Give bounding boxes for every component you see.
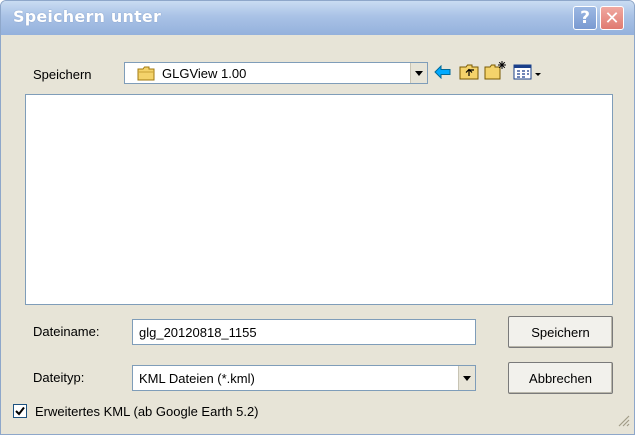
title-bar[interactable]: Speichern unter ? ✕ xyxy=(1,1,634,35)
view-menu-button[interactable] xyxy=(511,61,545,85)
filename-input[interactable] xyxy=(132,319,476,345)
checkmark-icon xyxy=(15,403,25,419)
new-folder-button[interactable] xyxy=(484,59,508,83)
back-arrow-icon xyxy=(434,64,452,82)
help-icon: ? xyxy=(580,8,590,28)
cancel-button[interactable]: Abbrechen xyxy=(508,362,613,394)
view-menu-icon xyxy=(513,64,543,83)
save-in-value: GLGView 1.00 xyxy=(162,66,247,81)
folder-icon xyxy=(137,66,155,84)
back-button[interactable] xyxy=(431,61,455,85)
save-in-label: Speichern xyxy=(33,67,92,82)
save-button-label: Speichern xyxy=(531,324,590,340)
dialog-title: Speichern unter xyxy=(13,7,162,26)
cancel-button-label: Abbrechen xyxy=(529,370,592,386)
file-list[interactable] xyxy=(25,94,613,305)
filetype-combobox[interactable]: KML Dateien (*.kml) xyxy=(132,365,476,391)
save-button[interactable]: Speichern xyxy=(508,316,613,348)
close-icon: ✕ xyxy=(604,7,620,29)
resize-grip-icon[interactable] xyxy=(617,414,630,430)
up-folder-icon xyxy=(459,63,479,83)
up-folder-button[interactable] xyxy=(457,61,481,85)
chevron-down-icon[interactable] xyxy=(410,63,427,83)
help-button[interactable]: ? xyxy=(573,6,597,30)
chevron-down-icon[interactable] xyxy=(458,366,475,390)
extended-kml-label: Erweitertes KML (ab Google Earth 5.2) xyxy=(35,404,259,419)
save-as-dialog: Speichern unter ? ✕ Speichern GLGView 1.… xyxy=(0,0,635,435)
new-folder-icon xyxy=(484,60,508,83)
filetype-value: KML Dateien (*.kml) xyxy=(139,371,255,386)
filetype-label: Dateityp: xyxy=(33,370,85,385)
close-button[interactable]: ✕ xyxy=(600,6,624,30)
save-in-combobox[interactable]: GLGView 1.00 xyxy=(124,62,428,84)
filename-label: Dateiname: xyxy=(33,324,100,339)
extended-kml-checkbox[interactable] xyxy=(13,404,27,418)
